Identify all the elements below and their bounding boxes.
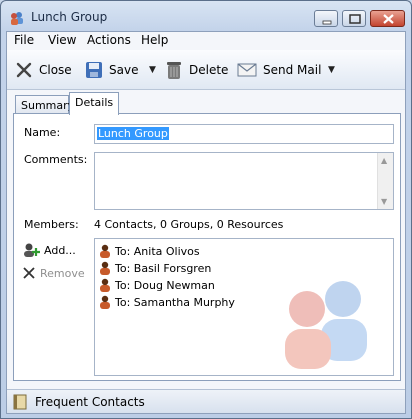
- address-book-icon: [13, 394, 27, 409]
- menu-actions[interactable]: Actions: [87, 33, 131, 47]
- send-mail-dropdown-arrow[interactable]: ▼: [328, 65, 335, 75]
- menu-help[interactable]: Help: [141, 33, 168, 47]
- menu-view[interactable]: View: [48, 33, 76, 47]
- tab-details[interactable]: Details: [69, 92, 119, 115]
- add-contact-icon: [24, 243, 40, 257]
- close-button[interactable]: Close: [15, 58, 72, 82]
- name-label: Name:: [24, 126, 61, 139]
- remove-label: Remove: [40, 266, 85, 280]
- envelope-icon: [237, 63, 257, 77]
- tab-summary[interactable]: Summary: [15, 95, 74, 115]
- minimize-button[interactable]: [314, 10, 338, 27]
- add-label: Add...: [44, 243, 76, 257]
- comments-label: Comments:: [24, 153, 88, 166]
- status-bar[interactable]: Frequent Contacts: [7, 389, 405, 413]
- close-label: Close: [39, 63, 72, 77]
- remove-icon: [23, 267, 35, 279]
- list-item[interactable]: To: Basil Forsgren: [99, 260, 211, 276]
- scroll-up-icon[interactable]: ▲: [381, 156, 387, 165]
- save-button[interactable]: Save: [85, 58, 138, 82]
- members-list[interactable]: To: Anita Olivos To: Basil Forsgren To: …: [94, 238, 394, 376]
- maximize-button[interactable]: [342, 10, 366, 27]
- member-label: To: Doug Newman: [115, 278, 215, 292]
- scroll-down-icon[interactable]: ▼: [381, 197, 387, 206]
- name-value: Lunch Group: [97, 127, 169, 140]
- statusbar-label: Frequent Contacts: [35, 394, 145, 409]
- list-item[interactable]: To: Samantha Murphy: [99, 294, 235, 310]
- trash-icon: [167, 62, 181, 79]
- delete-button[interactable]: Delete: [165, 58, 228, 82]
- remove-member-button[interactable]: Remove: [22, 266, 85, 280]
- send-mail-button[interactable]: Send Mail: [237, 58, 321, 82]
- contact-icon: [100, 261, 110, 275]
- title-bar[interactable]: Lunch Group: [1, 1, 411, 31]
- client-area: File View Actions Help Close Save ▼ Dele…: [6, 31, 406, 414]
- members-label: Members:: [24, 218, 79, 231]
- close-icon: [16, 62, 32, 78]
- menu-bar: File View Actions Help: [7, 32, 405, 49]
- contact-icon: [100, 244, 110, 258]
- contact-icon: [100, 278, 110, 292]
- delete-label: Delete: [189, 63, 229, 77]
- contact-group-window: Lunch Group File View Actions Help Close: [0, 0, 412, 419]
- name-field[interactable]: Lunch Group: [94, 124, 394, 144]
- group-watermark-icon: [285, 281, 367, 369]
- list-item[interactable]: To: Anita Olivos: [99, 243, 200, 259]
- list-item[interactable]: To: Doug Newman: [99, 277, 215, 293]
- close-window-button[interactable]: [370, 10, 405, 27]
- contact-icon: [100, 295, 110, 309]
- comments-field[interactable]: ▲ ▼: [94, 152, 394, 210]
- save-icon: [86, 62, 102, 78]
- save-dropdown-arrow[interactable]: ▼: [149, 65, 156, 75]
- menu-file[interactable]: File: [14, 33, 34, 47]
- tab-strip: Summary Details: [7, 90, 405, 115]
- details-panel: Name: Lunch Group Comments: ▲ ▼ Members:…: [13, 113, 401, 381]
- send-mail-label: Send Mail: [263, 63, 322, 77]
- member-label: To: Anita Olivos: [115, 244, 200, 258]
- window-title: Lunch Group: [31, 10, 108, 24]
- toolbar: Close Save ▼ Delete Send Mail ▼: [7, 50, 405, 90]
- comments-scrollbar[interactable]: ▲ ▼: [377, 153, 393, 209]
- save-label: Save: [109, 63, 139, 77]
- member-label: To: Samantha Murphy: [115, 295, 235, 309]
- member-label: To: Basil Forsgren: [115, 261, 212, 275]
- members-summary: 4 Contacts, 0 Groups, 0 Resources: [94, 218, 284, 231]
- contact-group-icon: [9, 10, 25, 26]
- add-member-button[interactable]: Add...: [22, 242, 76, 258]
